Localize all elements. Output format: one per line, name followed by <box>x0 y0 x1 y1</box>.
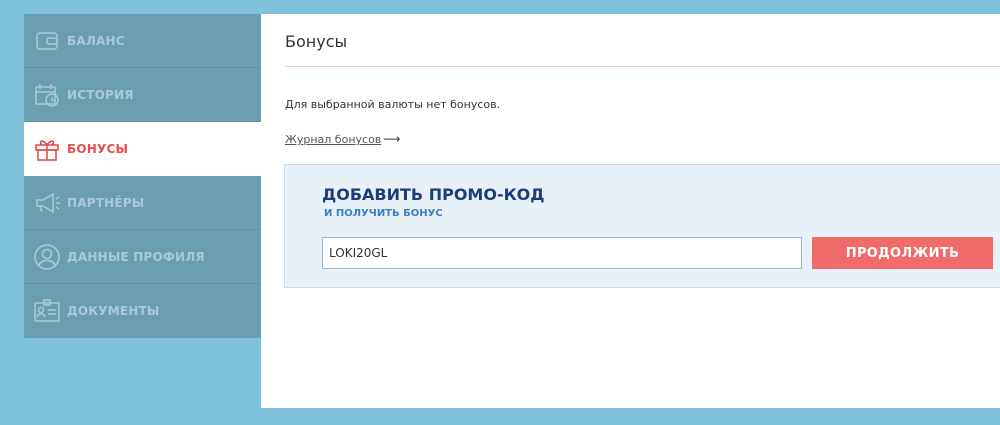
promo-code-panel: ДОБАВИТЬ ПРОМО-КОД И ПОЛУЧИТЬ БОНУС ПРОД… <box>284 164 1000 288</box>
sidebar-item-balance[interactable]: БАЛАНС <box>24 14 261 68</box>
bonus-journal-link[interactable]: Журнал бонусов ⟶ <box>285 132 400 146</box>
title-divider <box>285 66 1000 67</box>
promo-subtitle: И ПОЛУЧИТЬ БОНУС <box>324 208 443 219</box>
promo-code-input[interactable] <box>322 237 802 269</box>
promo-title: ДОБАВИТЬ ПРОМО-КОД <box>322 185 545 204</box>
continue-button[interactable]: ПРОДОЛЖИТЬ <box>812 237 993 269</box>
sidebar-item-documents[interactable]: ДОКУМЕНТЫ <box>24 284 261 338</box>
page-title: Бонусы <box>285 32 348 51</box>
sidebar-item-partners[interactable]: ПАРТНЁРЫ <box>24 176 261 230</box>
sidebar-item-label: ДОКУМЕНТЫ <box>67 304 160 318</box>
sidebar-item-label: ИСТОРИЯ <box>67 87 134 102</box>
sidebar-item-label: ДАННЫЕ ПРОФИЛЯ <box>67 249 205 264</box>
wallet-icon <box>32 26 62 56</box>
sidebar-item-label: БОНУСЫ <box>67 141 129 156</box>
calendar-clock-icon <box>32 80 62 110</box>
sidebar-item-label: БАЛАНС <box>67 33 125 48</box>
bonus-journal-link-label: Журнал бонусов <box>285 133 382 146</box>
sidebar-item-history[interactable]: ИСТОРИЯ <box>24 68 261 122</box>
main-panel: Бонусы Для выбранной валюты нет бонусов.… <box>261 14 1000 408</box>
sidebar-item-bonuses[interactable]: БОНУСЫ <box>24 122 261 176</box>
arrow-right-icon: ⟶ <box>383 132 401 146</box>
sidebar: БАЛАНС ИСТОРИЯ БОНУСЫ ПАРТНЁРЫ ДАННЫЕ ПР… <box>24 14 261 338</box>
no-bonuses-message: Для выбранной валюты нет бонусов. <box>285 98 501 111</box>
sidebar-item-label: ПАРТНЁРЫ <box>67 195 145 210</box>
sidebar-item-profile[interactable]: ДАННЫЕ ПРОФИЛЯ <box>24 230 261 284</box>
id-card-icon <box>32 296 62 326</box>
gift-icon <box>32 134 62 164</box>
user-profile-icon <box>32 242 62 272</box>
megaphone-icon <box>32 188 62 218</box>
